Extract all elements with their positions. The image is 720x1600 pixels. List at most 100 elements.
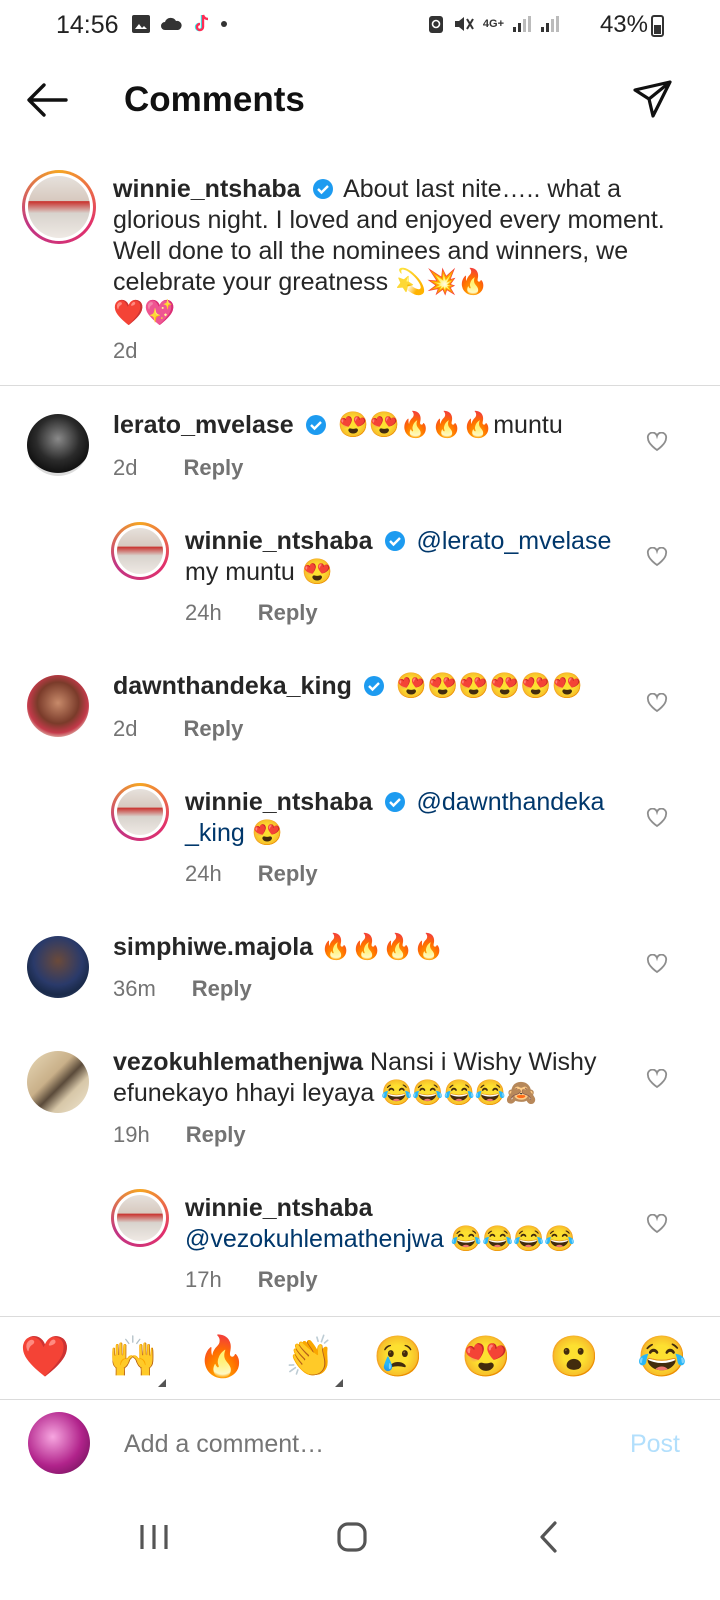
- quick-reactions-bar: ❤️ 🙌 🔥 👏 😢 😍 😮 😂: [0, 1316, 720, 1400]
- reaction-fire-button[interactable]: 🔥: [197, 1333, 247, 1381]
- comment-text: winnie_ntshaba @dawnthandeka _king 😍: [185, 788, 605, 847]
- comment-username[interactable]: simphiwe.majola: [113, 933, 313, 961]
- comment-meta: 2d Reply: [113, 716, 243, 742]
- android-nav-bar: [0, 1490, 720, 1600]
- recent-apps-icon[interactable]: [124, 1512, 184, 1562]
- avatar[interactable]: [27, 1051, 89, 1113]
- comment-meta: 17h Reply: [185, 1267, 318, 1293]
- comment-time: 17h: [185, 1267, 222, 1292]
- reaction-cry-button[interactable]: 😢: [373, 1333, 423, 1381]
- battery-level: 43%: [599, 11, 648, 38]
- reaction-clap-button[interactable]: 👏: [285, 1333, 343, 1387]
- comment-meta: 24h Reply: [185, 600, 318, 626]
- status-time: 14:56: [56, 11, 119, 39]
- avatar[interactable]: [27, 414, 89, 476]
- reaction-raised-hands-button[interactable]: 🙌: [108, 1333, 166, 1387]
- reply-button[interactable]: Reply: [258, 600, 318, 625]
- comment-text: vezokuhlemathenjwa Nansi i Wishy Wishy e…: [113, 1048, 597, 1107]
- tiktok-icon: [194, 14, 209, 32]
- like-heart-icon[interactable]: [646, 1069, 668, 1089]
- comment-text: dawnthandeka_king 😍😍😍😍😍😍: [113, 672, 583, 700]
- like-heart-icon[interactable]: [646, 547, 668, 567]
- caption-text: winnie_ntshaba About last nite….. what a…: [113, 174, 673, 329]
- verified-badge-icon: [363, 676, 384, 696]
- comment-text: lerato_mvelase 😍😍🔥🔥🔥muntu: [113, 411, 563, 439]
- comment-input[interactable]: [124, 1430, 544, 1459]
- back-arrow-icon[interactable]: [24, 78, 70, 122]
- comment-meta: 19h Reply: [113, 1122, 246, 1148]
- post-caption: winnie_ntshaba About last nite….. what a…: [0, 168, 720, 386]
- comment-meta: 2d Reply: [113, 455, 243, 481]
- mention-link[interactable]: @dawnthandeka: [416, 788, 604, 816]
- avatar[interactable]: [111, 1189, 169, 1247]
- avatar[interactable]: [22, 170, 96, 244]
- home-icon[interactable]: [322, 1512, 382, 1562]
- caption-emojis: 💫💥🔥: [395, 268, 489, 296]
- verified-badge-icon: [384, 792, 405, 812]
- verified-badge-icon: [305, 415, 326, 435]
- comment-username[interactable]: lerato_mvelase: [113, 411, 294, 439]
- mute-icon: [454, 17, 474, 31]
- skin-tone-indicator: [158, 1379, 166, 1387]
- reaction-heart-button[interactable]: ❤️: [20, 1333, 70, 1381]
- skin-tone-indicator: [335, 1379, 343, 1387]
- back-icon[interactable]: [520, 1512, 580, 1562]
- reply-button[interactable]: Reply: [183, 716, 243, 741]
- header: Comments: [0, 60, 720, 140]
- comment-username[interactable]: winnie_ntshaba: [185, 1194, 373, 1222]
- like-heart-icon[interactable]: [646, 1214, 668, 1234]
- system-icons: 4G+: [427, 13, 560, 35]
- notification-icons: [131, 13, 228, 35]
- mention-link-cont[interactable]: _king: [185, 819, 245, 847]
- reply-button[interactable]: Reply: [186, 1122, 246, 1147]
- status-bar: 14:56 4G+ 43%: [0, 0, 720, 50]
- reply-button[interactable]: Reply: [258, 861, 318, 886]
- like-heart-icon[interactable]: [646, 693, 668, 713]
- gallery-icon: [132, 15, 150, 33]
- reaction-surprised-button[interactable]: 😮: [549, 1333, 599, 1381]
- reply-button[interactable]: Reply: [192, 976, 252, 1001]
- comment-composer: Post: [0, 1400, 720, 1490]
- avatar: [28, 1412, 90, 1474]
- reaction-laugh-button[interactable]: 😂: [637, 1333, 687, 1381]
- network-type: 4G+: [482, 18, 504, 30]
- caption-username[interactable]: winnie_ntshaba: [113, 175, 301, 203]
- data-saver-icon: [428, 16, 443, 33]
- like-heart-icon[interactable]: [646, 808, 668, 828]
- comment-text: winnie_ntshaba @vezokuhlemathenjwa 😂😂😂😂: [185, 1194, 576, 1253]
- reaction-heart-eyes-button[interactable]: 😍: [461, 1333, 511, 1381]
- mention-link[interactable]: @lerato_mvelase: [416, 527, 611, 555]
- reply-button[interactable]: Reply: [183, 455, 243, 480]
- verified-badge-icon: [384, 531, 405, 551]
- comment-time: 36m: [113, 976, 156, 1001]
- caption-emojis-2: ❤️💖: [113, 299, 176, 327]
- cloud-icon: [161, 17, 182, 30]
- comment-text: winnie_ntshaba @lerato_mvelase my muntu …: [185, 527, 612, 586]
- like-heart-icon[interactable]: [646, 954, 668, 974]
- comment-time: 19h: [113, 1122, 150, 1147]
- comment-time: 2d: [113, 716, 138, 741]
- comment-meta: 24h Reply: [185, 861, 318, 887]
- mention-link[interactable]: @vezokuhlemathenjwa: [185, 1225, 444, 1253]
- share-icon[interactable]: [632, 78, 674, 120]
- comment-time: 24h: [185, 861, 222, 886]
- avatar[interactable]: [111, 522, 169, 580]
- comment-text: simphiwe.majola 🔥🔥🔥🔥: [113, 933, 445, 961]
- reply-button[interactable]: Reply: [258, 1267, 318, 1292]
- post-button[interactable]: Post: [630, 1430, 680, 1459]
- comment-username[interactable]: vezokuhlemathenjwa: [113, 1048, 363, 1076]
- avatar[interactable]: [111, 783, 169, 841]
- comment-username[interactable]: winnie_ntshaba: [185, 788, 373, 816]
- avatar[interactable]: [27, 675, 89, 737]
- comment-username[interactable]: dawnthandeka_king: [113, 672, 352, 700]
- page-title: Comments: [124, 80, 305, 119]
- like-heart-icon[interactable]: [646, 432, 668, 452]
- battery-icon: [651, 15, 664, 37]
- dot-icon: [221, 21, 227, 27]
- avatar[interactable]: [27, 936, 89, 998]
- comment-meta: 36m Reply: [113, 976, 252, 1002]
- signal-icon: [513, 16, 531, 32]
- comment-username[interactable]: winnie_ntshaba: [185, 527, 373, 555]
- caption-time: 2d: [113, 338, 138, 363]
- comment-time: 24h: [185, 600, 222, 625]
